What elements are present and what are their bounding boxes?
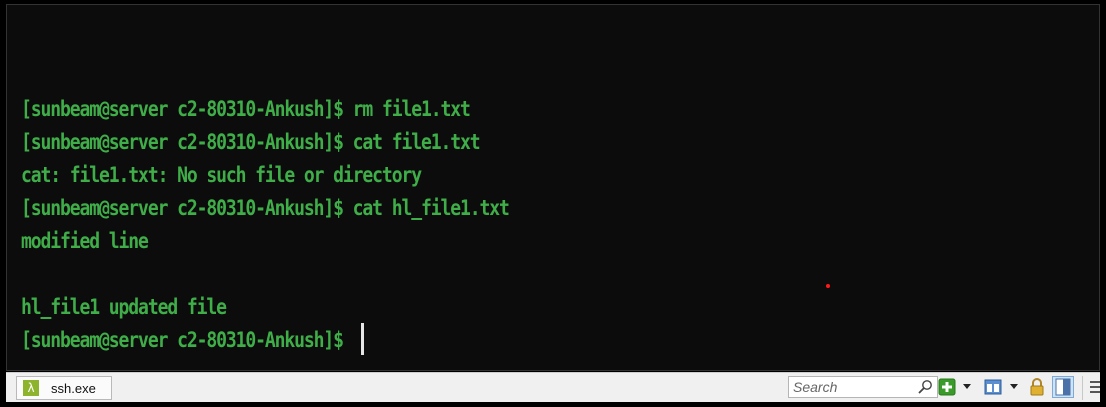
terminal-line: modified line bbox=[21, 229, 149, 253]
terminal-prompt: [sunbeam@server c2-80310-Ankush]$ bbox=[21, 328, 353, 352]
search-icon[interactable] bbox=[917, 379, 933, 395]
text-cursor bbox=[361, 323, 364, 355]
search-input[interactable] bbox=[793, 378, 911, 396]
terminal-output[interactable]: [sunbeam@server c2-80310-Ankush]$ rm fil… bbox=[6, 4, 1100, 371]
chevron-down-icon[interactable] bbox=[962, 383, 972, 391]
terminal-line: [sunbeam@server c2-80310-Ankush]$ rm fil… bbox=[21, 97, 471, 121]
panel-icon[interactable] bbox=[1052, 376, 1074, 398]
add-console-icon[interactable] bbox=[938, 378, 956, 396]
marker-dot bbox=[826, 284, 830, 288]
chevron-down-icon[interactable] bbox=[1009, 383, 1019, 391]
lambda-icon: λ bbox=[23, 380, 39, 396]
lock-icon[interactable] bbox=[1028, 378, 1046, 396]
terminal-line: cat: file1.txt: No such file or director… bbox=[21, 163, 422, 187]
terminal-line: [sunbeam@server c2-80310-Ankush]$ cat hl… bbox=[21, 196, 510, 220]
terminal-line: hl_file1 updated file bbox=[21, 295, 227, 319]
console-window: [sunbeam@server c2-80310-Ankush]$ rm fil… bbox=[0, 0, 1106, 407]
console-tab-ssh[interactable]: λ ssh.exe bbox=[16, 376, 112, 400]
terminal-line: [sunbeam@server c2-80310-Ankush]$ cat fi… bbox=[21, 130, 481, 154]
menu-icon[interactable] bbox=[1088, 378, 1102, 396]
status-bar: λ ssh.exe bbox=[6, 372, 1100, 402]
search-box[interactable] bbox=[788, 376, 938, 398]
toolbar-divider bbox=[1082, 376, 1083, 400]
console-tab-label: ssh.exe bbox=[51, 380, 96, 396]
layout-icon[interactable] bbox=[984, 378, 1002, 396]
